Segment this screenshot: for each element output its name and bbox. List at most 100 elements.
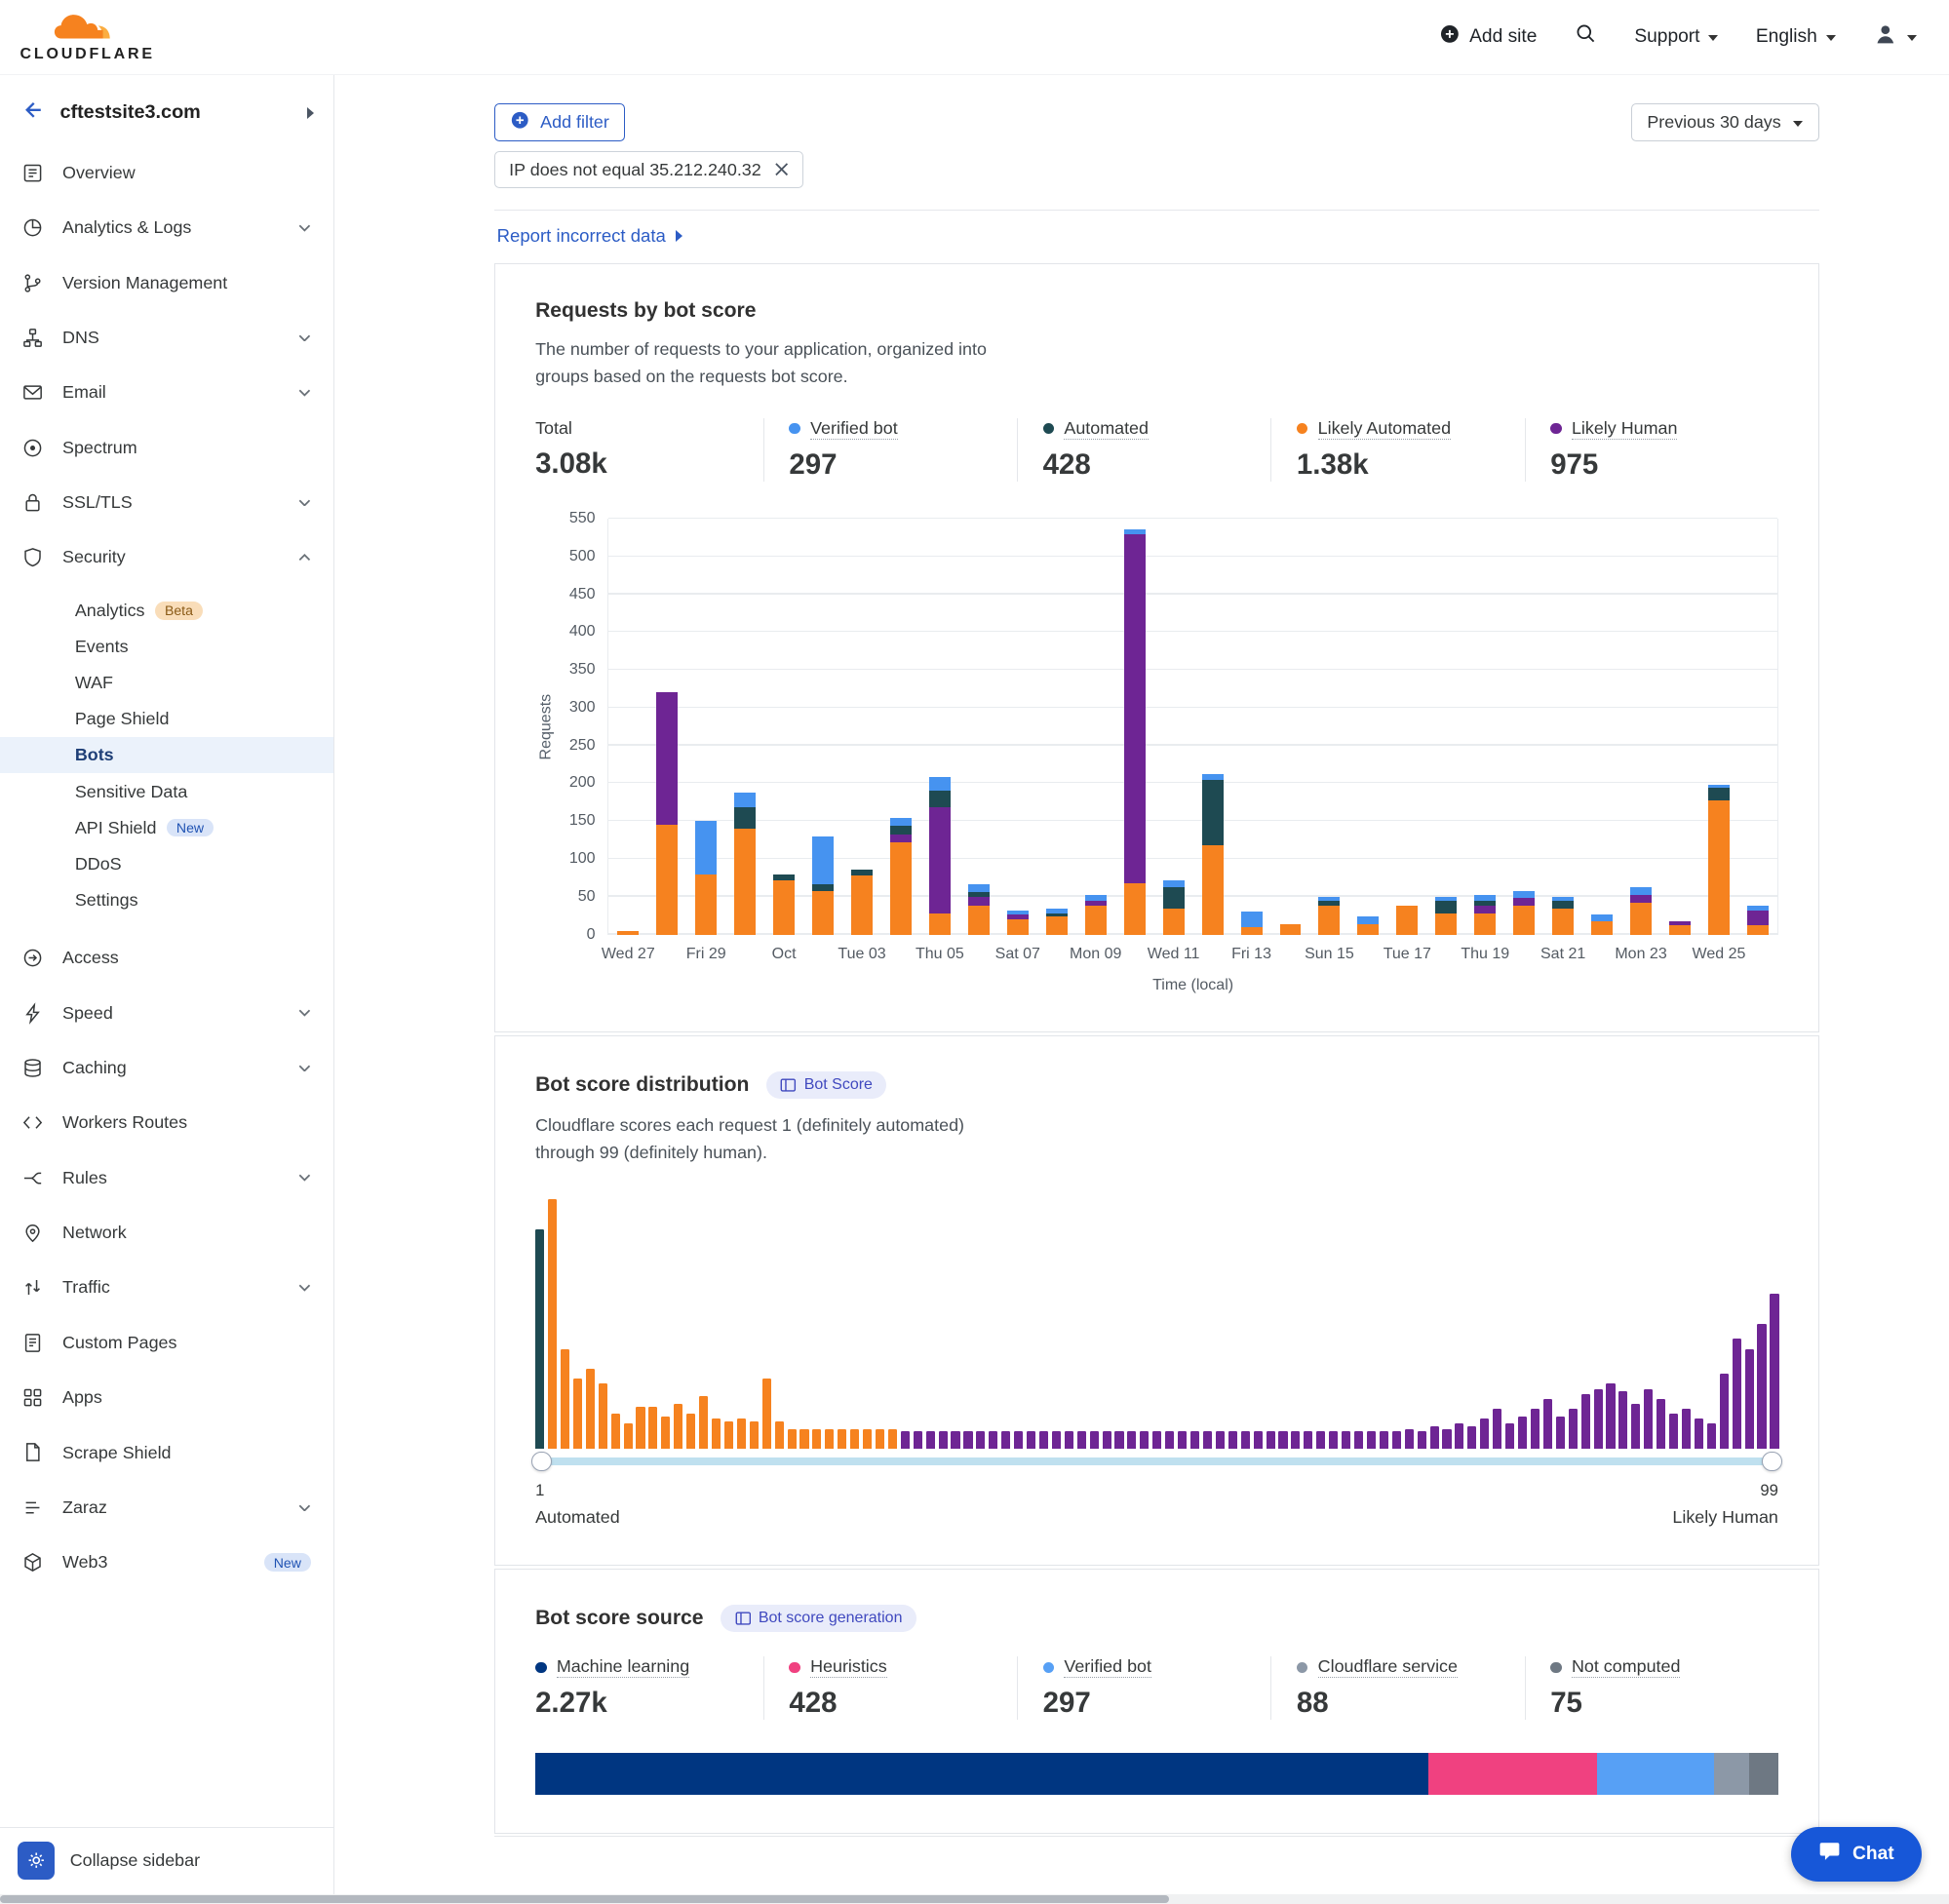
card-description: Cloudflare scores each request 1 (defini… (535, 1112, 1022, 1167)
stat-machine-learning: Machine learning 2.27k (535, 1656, 763, 1720)
top-nav: CLOUDFLARE Add site Support English (0, 0, 1949, 75)
database-icon (19, 1056, 45, 1081)
not-computed-dot (1550, 1662, 1562, 1674)
chevron-down-icon (298, 224, 311, 232)
slider-range-values: 1 99 (535, 1481, 1778, 1500)
chevron-right-icon[interactable] (307, 107, 314, 119)
slider-max-value: 99 (1760, 1481, 1778, 1500)
card-title: Bot score distribution (535, 1073, 749, 1097)
sidebar-item-overview[interactable]: Overview (0, 145, 333, 200)
bot-score-badge[interactable]: Bot Score (766, 1071, 886, 1099)
lock-icon (19, 490, 45, 516)
sidebar-item-api-shield[interactable]: API Shield New (0, 810, 333, 846)
date-range-select[interactable]: Previous 30 days (1631, 103, 1819, 140)
plus-circle-icon (510, 110, 529, 135)
fork-icon (19, 1165, 45, 1190)
stat-cloudflare-service: Cloudflare service 88 (1270, 1656, 1524, 1720)
lightning-icon (19, 1000, 45, 1026)
bot-score-generation-badge[interactable]: Bot score generation (721, 1605, 916, 1632)
cloudflare-cloud-icon (52, 11, 124, 49)
chat-bubble-icon (1818, 1841, 1841, 1868)
sidebar-item-zaraz[interactable]: Zaraz (0, 1480, 333, 1535)
sidebar-item-email[interactable]: Email (0, 366, 333, 420)
slider-handle-max[interactable] (1762, 1452, 1781, 1471)
requests-by-bot-score-card: Requests by bot score The number of requ… (494, 263, 1819, 1032)
sidebar-item-network[interactable]: Network (0, 1205, 333, 1260)
source-segment (1428, 1753, 1597, 1796)
back-arrow-icon[interactable] (19, 97, 45, 129)
sidebar-item-bots[interactable]: Bots (0, 737, 333, 773)
sidebar-item-access[interactable]: Access (0, 931, 333, 986)
chevron-up-icon (298, 554, 311, 562)
cloudflare-logo[interactable]: CLOUDFLARE (19, 11, 154, 64)
zaraz-icon (19, 1496, 45, 1521)
section-divider (494, 1836, 1819, 1837)
chevron-down-icon (298, 389, 311, 397)
site-name[interactable]: cftestsite3.com (59, 101, 292, 124)
verified-bot-dot (789, 423, 800, 435)
support-menu[interactable]: Support (1634, 26, 1718, 48)
score-range-slider[interactable] (535, 1452, 1778, 1471)
sidebar-item-custom-pages[interactable]: Custom Pages (0, 1315, 333, 1370)
sidebar-item-traffic[interactable]: Traffic (0, 1261, 333, 1315)
chevron-down-icon (298, 1009, 311, 1017)
slider-range-labels: Automated Likely Human (535, 1507, 1778, 1528)
document-icon (19, 1440, 45, 1465)
chevron-down-icon (1826, 35, 1836, 41)
page-icon (19, 1331, 45, 1356)
collapse-sidebar-button[interactable]: Collapse sidebar (70, 1850, 200, 1871)
bot-score-source-card: Bot score source Bot score generation Ma… (494, 1569, 1819, 1834)
sidebar-item-dns[interactable]: DNS (0, 310, 333, 365)
sidebar-item-page-shield[interactable]: Page Shield (0, 701, 333, 737)
slider-handle-min[interactable] (531, 1452, 551, 1471)
sidebar-item-ddos[interactable]: DDoS (0, 846, 333, 882)
sidebar-item-caching[interactable]: Caching (0, 1040, 333, 1095)
scrollbar-thumb[interactable] (0, 1895, 1169, 1903)
sidebar-item-version-management[interactable]: Version Management (0, 255, 333, 310)
search-icon[interactable] (1575, 22, 1597, 51)
chevron-down-icon (298, 1065, 311, 1072)
sidebar-item-events[interactable]: Events (0, 629, 333, 665)
access-icon (19, 946, 45, 971)
add-filter-button[interactable]: Add filter (494, 103, 625, 140)
chevron-down-icon (1708, 35, 1718, 41)
sidebar-item-sensitive-data[interactable]: Sensitive Data (0, 773, 333, 809)
sidebar-item-spectrum[interactable]: Spectrum (0, 420, 333, 475)
sidebar-item-waf[interactable]: WAF (0, 665, 333, 701)
brand-wordmark: CLOUDFLARE (19, 46, 154, 63)
chevron-down-icon (298, 499, 311, 507)
cloudflare-dashboard: CLOUDFLARE Add site Support English (0, 0, 1949, 1904)
language-menu[interactable]: English (1756, 26, 1836, 48)
filter-chip[interactable]: IP does not equal 35.212.240.32 (494, 151, 803, 188)
sidebar-item-security-settings[interactable]: Settings (0, 882, 333, 918)
chart-plot-area: Wed 27Fri 29OctTue 03Thu 05Sat 07Mon 09W… (607, 519, 1778, 934)
automated-label: Automated (535, 1507, 620, 1528)
sidebar-item-apps[interactable]: Apps (0, 1370, 333, 1424)
sidebar-item-ssl-tls[interactable]: SSL/TLS (0, 475, 333, 529)
spectrum-icon (19, 435, 45, 460)
filter-toolbar: Add filter IP does not equal 35.212.240.… (494, 103, 1819, 188)
chat-button[interactable]: Chat (1791, 1827, 1922, 1882)
slider-track[interactable] (535, 1457, 1778, 1465)
remove-filter-icon[interactable] (774, 162, 789, 176)
sidebar-item-security[interactable]: Security (0, 530, 333, 585)
sidebar-item-security-analytics[interactable]: Analytics Beta (0, 593, 333, 629)
stat-likely-automated: Likely Automated 1.38k (1270, 418, 1524, 482)
account-menu[interactable] (1873, 21, 1917, 53)
sidebar-item-workers-routes[interactable]: Workers Routes (0, 1096, 333, 1150)
bot-score-histogram (535, 1199, 1778, 1449)
report-incorrect-data-link[interactable]: Report incorrect data (497, 225, 666, 247)
horizontal-scrollbar (0, 1894, 1949, 1904)
stat-likely-human: Likely Human 975 (1525, 418, 1778, 482)
new-badge: New (264, 1553, 312, 1572)
user-icon (1873, 21, 1898, 53)
sidebar-item-web3[interactable]: Web3 New (0, 1535, 333, 1590)
x-axis: Wed 27Fri 29OctTue 03Thu 05Sat 07Mon 09W… (608, 935, 1777, 962)
quick-settings-button[interactable] (18, 1842, 55, 1879)
sidebar-item-analytics-logs[interactable]: Analytics & Logs (0, 201, 333, 255)
sidebar-item-speed[interactable]: Speed (0, 986, 333, 1040)
sidebar-item-rules[interactable]: Rules (0, 1150, 333, 1205)
beta-badge: Beta (155, 602, 203, 620)
sidebar-item-scrape-shield[interactable]: Scrape Shield (0, 1425, 333, 1480)
add-site-button[interactable]: Add site (1439, 23, 1537, 51)
